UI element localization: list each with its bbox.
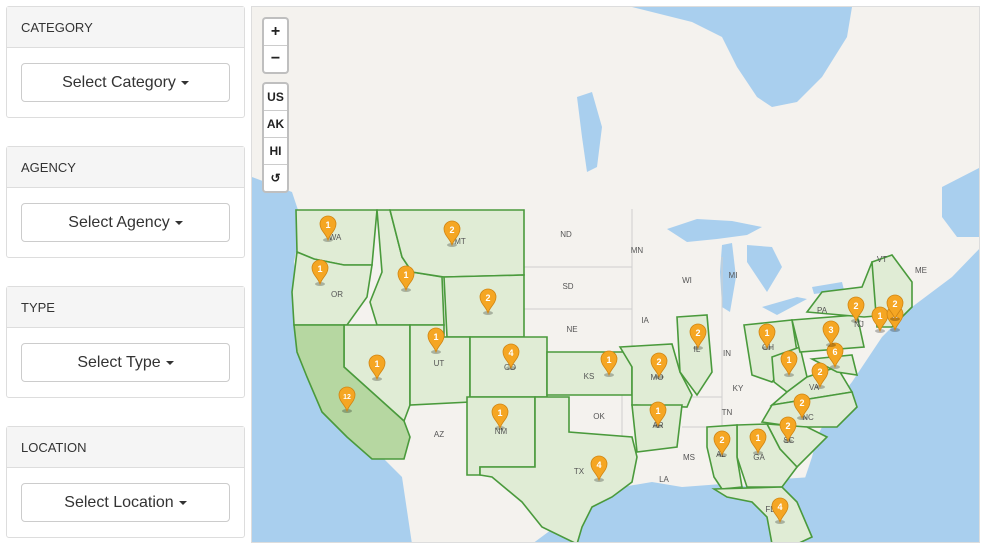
agency-heading: AGENCY [7,147,244,188]
marker-count: 1 [755,433,760,443]
select-category-button[interactable]: Select Category [21,63,230,102]
marker-count: 2 [719,435,724,445]
marker-count: 4 [777,502,782,512]
marker-count: 1 [317,264,322,274]
state-label-ut: UT [434,359,445,368]
agency-panel: AGENCY Select Agency [6,146,245,258]
select-agency-button[interactable]: Select Agency [21,203,230,242]
marker-count: 2 [892,299,897,309]
state-label-tx: TX [574,467,585,476]
map-marker-ct[interactable]: 1 [871,306,889,333]
marker-count: 2 [485,293,490,303]
select-type-label: Select Type [77,353,161,371]
marker-count: 6 [832,347,837,357]
marker-count: 1 [764,328,769,338]
marker-count: 2 [656,357,661,367]
marker-count: 1 [325,220,330,230]
state-label-tn: TN [722,408,733,417]
state-label-nd: ND [560,230,572,239]
hudson-bay [632,7,852,107]
state-label-ky: KY [733,384,744,393]
marker-count: 2 [799,398,804,408]
state-label-ks: KS [584,372,595,381]
select-location-button[interactable]: Select Location [21,483,230,522]
marker-count: 3 [828,325,833,335]
state-label-vt: VT [877,255,887,264]
state-label-az: AZ [434,430,444,439]
marker-count: 1 [497,408,502,418]
location-heading: LOCATION [7,427,244,468]
state-label-mi: MI [729,271,738,280]
lake-erie [762,297,807,315]
region-hi-button[interactable]: HI [264,138,287,165]
state-label-ms: MS [683,453,695,462]
reset-view-button[interactable]: ↺ [264,165,287,191]
marker-count: 1 [403,270,408,280]
marker-count: 1 [433,332,438,342]
state-label-in: IN [723,349,731,358]
select-agency-label: Select Agency [68,213,170,231]
marker-count: 1 [786,355,791,365]
marker-count: 1 [374,359,379,369]
location-panel: LOCATION Select Location [6,426,245,538]
caret-down-icon [165,360,174,365]
caret-down-icon [178,500,187,505]
reset-icon: ↺ [270,171,281,185]
region-us-button[interactable]: US [264,84,287,111]
marker-count: 2 [853,301,858,311]
state-label-mn: MN [631,246,644,255]
state-label-wi: WI [682,276,692,285]
type-heading: TYPE [7,287,244,328]
zoom-in-button[interactable]: + [264,19,287,46]
marker-count: 2 [785,421,790,431]
state-label-ne: NE [566,325,577,334]
zoom-control: + − [262,17,289,74]
marker-count: 2 [449,225,454,235]
region-control: US AK HI ↺ [262,82,289,193]
state-label-la: LA [659,475,669,484]
lake-winnipeg [577,92,602,172]
caret-down-icon [180,80,189,85]
lake-superior [667,219,762,242]
marker-count: 4 [508,348,513,358]
state-label-ia: IA [641,316,649,325]
select-type-button[interactable]: Select Type [21,343,230,382]
state-label-ok: OK [593,412,605,421]
select-location-label: Select Location [64,493,174,511]
marker-count: 4 [596,460,601,470]
caret-down-icon [174,220,183,225]
state-label-sd: SD [562,282,573,291]
marker-count: 1 [877,311,882,321]
state-label-or: OR [331,290,343,299]
state-label-pa: PA [817,306,828,315]
lake-huron [747,245,782,292]
select-category-label: Select Category [62,73,176,91]
category-heading: CATEGORY [7,7,244,48]
map-canvas[interactable]: WAORMTNDSDNEKSOKTXNMAZUTCOMNIAMOARLAWIIL… [252,7,980,543]
type-panel: TYPE Select Type [6,286,245,398]
us-map[interactable]: WAORMTNDSDNEKSOKTXNMAZUTCOMNIAMOARLAWIIL… [251,6,980,543]
marker-count: 2 [817,367,822,377]
state-label-me: ME [915,266,927,275]
category-panel: CATEGORY Select Category [6,6,245,118]
marker-count: 12 [343,394,351,401]
marker-count: 1 [655,406,660,416]
region-ak-button[interactable]: AK [264,111,287,138]
marker-count: 2 [695,328,700,338]
gulf-st-lawrence [942,168,979,237]
marker-count: 1 [606,355,611,365]
zoom-out-button[interactable]: − [264,46,287,72]
